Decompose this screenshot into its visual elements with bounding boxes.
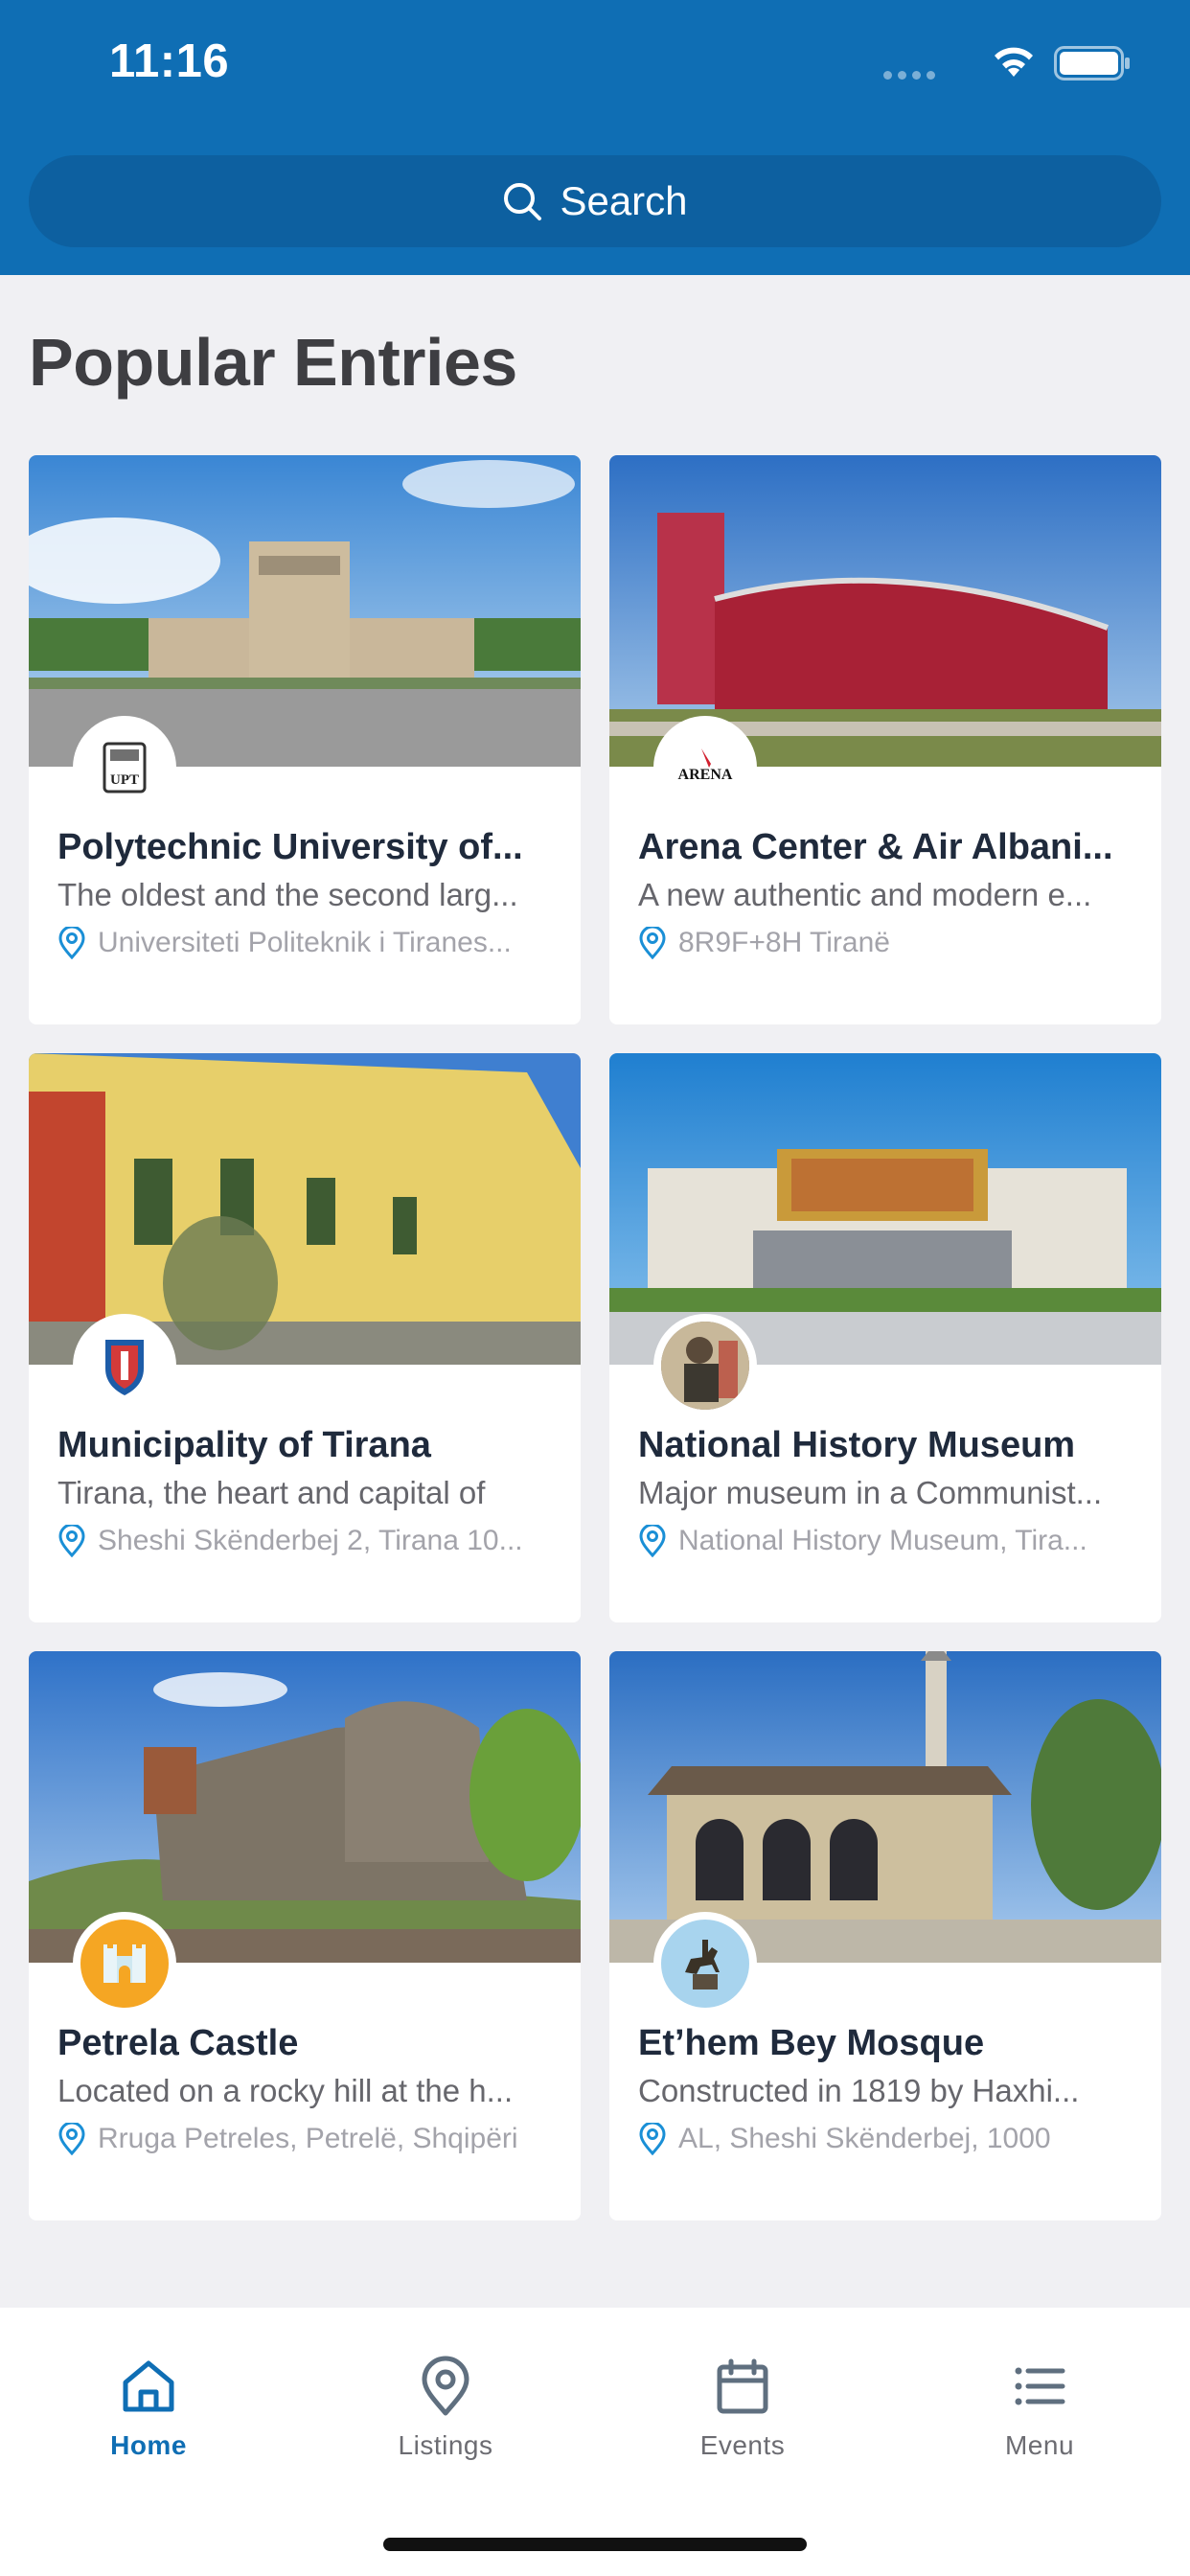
tab-listings[interactable]: Listings: [297, 2356, 594, 2461]
section-title: Popular Entries: [29, 325, 517, 400]
entries-grid: UPT Polytechnic University of... The old…: [29, 455, 1161, 2220]
entry-location: National History Museum, Tira...: [638, 1525, 1136, 1557]
wifi-icon: [995, 47, 1033, 77]
calendar-icon: [717, 2358, 768, 2414]
entry-location-text: Universiteti Politeknik i Tiranes...: [98, 927, 512, 958]
upt-logo-icon: UPT: [103, 742, 147, 794]
location-pin-icon: [639, 927, 666, 959]
location-pin-icon: [639, 1525, 666, 1557]
avatar: [661, 1920, 749, 2008]
tab-label: Home: [110, 2430, 187, 2460]
tab-label: Events: [699, 2430, 786, 2460]
entry-description: Tirana, the heart and capital of: [57, 1475, 486, 1510]
location-pin-icon: [58, 1525, 85, 1557]
status-time: 11:16: [109, 35, 230, 87]
castle-icon: [103, 1944, 146, 1983]
location-pin-icon: [639, 2123, 666, 2155]
entry-title: Petrela Castle: [57, 2023, 299, 2063]
tab-events[interactable]: Events: [594, 2356, 891, 2461]
avatar: [661, 1322, 749, 1410]
entry-card[interactable]: ARENA Arena Center & Air Albani... A new…: [609, 455, 1161, 1024]
entry-card[interactable]: Petrela Castle Located on a rocky hill a…: [29, 1651, 581, 2220]
entry-description: Constructed in 1819 by Haxhi...: [638, 2073, 1080, 2108]
location-pin-icon: [58, 2123, 85, 2155]
entry-location-text: Sheshi Skënderbej 2, Tirana 10...: [98, 1525, 523, 1556]
entry-location: Universiteti Politeknik i Tiranes...: [57, 927, 556, 959]
entry-location-text: Rruga Petreles, Petrelë, Shqipëri: [98, 2123, 518, 2154]
home-indicator: [383, 2538, 807, 2551]
entry-title: Arena Center & Air Albani...: [638, 827, 1113, 867]
entry-location: Sheshi Skënderbej 2, Tirana 10...: [57, 1525, 556, 1557]
museum-mosaic-icon: [661, 1322, 749, 1410]
entry-location-text: National History Museum, Tira...: [678, 1525, 1087, 1556]
avatar: [80, 1920, 169, 2008]
horse-statue-icon: [685, 1940, 720, 1990]
search-label: Search: [560, 178, 688, 223]
entry-description: Major museum in a Communist...: [638, 1475, 1103, 1510]
entry-description: A new authentic and modern e...: [638, 877, 1092, 912]
avatar: [80, 1322, 169, 1410]
tab-label: Menu: [1004, 2430, 1075, 2460]
entry-location-text: AL, Sheshi Skënderbej, 1000: [678, 2123, 1051, 2154]
tab-home[interactable]: Home: [0, 2356, 297, 2461]
entry-location: 8R9F+8H Tiranë: [638, 927, 1136, 959]
avatar-text: ARENA: [678, 767, 733, 783]
entry-title: Polytechnic University of...: [57, 827, 523, 867]
tab-label: Listings: [398, 2430, 493, 2460]
entry-location: AL, Sheshi Skënderbej, 1000: [638, 2123, 1136, 2155]
search-icon: [504, 183, 542, 220]
entry-card[interactable]: Municipality of Tirana Tirana, the heart…: [29, 1053, 581, 1622]
cellular-signal-icon: [883, 71, 935, 80]
location-pin-icon: [58, 927, 85, 959]
entry-title: Et’hem Bey Mosque: [638, 2023, 985, 2063]
menu-icon: [1015, 2367, 1065, 2405]
avatar: ARENA: [661, 724, 749, 812]
entry-description: The oldest and the second larg...: [57, 877, 518, 912]
battery-icon: [1054, 46, 1130, 80]
entry-card[interactable]: UPT Polytechnic University of... The old…: [29, 455, 581, 1024]
entry-title: Municipality of Tirana: [57, 1425, 431, 1465]
search-bar[interactable]: Search: [29, 155, 1161, 247]
app-header: 11:16 Search: [0, 0, 1190, 275]
tab-menu[interactable]: Menu: [891, 2356, 1188, 2461]
home-icon: [123, 2360, 174, 2412]
entry-title: National History Museum: [638, 1425, 1076, 1465]
entry-card[interactable]: Et’hem Bey Mosque Constructed in 1819 by…: [609, 1651, 1161, 2220]
entry-location: Rruga Petreles, Petrelë, Shqipëri: [57, 2123, 556, 2155]
entry-card[interactable]: National History Museum Major museum in …: [609, 1053, 1161, 1622]
entry-location-text: 8R9F+8H Tiranë: [678, 927, 890, 958]
avatar-text: UPT: [110, 772, 139, 788]
arena-logo-icon: ARENA: [678, 748, 733, 783]
tab-bar: Home Listings Events Menu: [0, 2308, 1190, 2576]
map-pin-icon: [422, 2356, 469, 2416]
avatar: UPT: [80, 724, 169, 812]
entry-description: Located on a rocky hill at the h...: [57, 2073, 514, 2108]
tirana-crest-icon: [105, 1340, 144, 1395]
